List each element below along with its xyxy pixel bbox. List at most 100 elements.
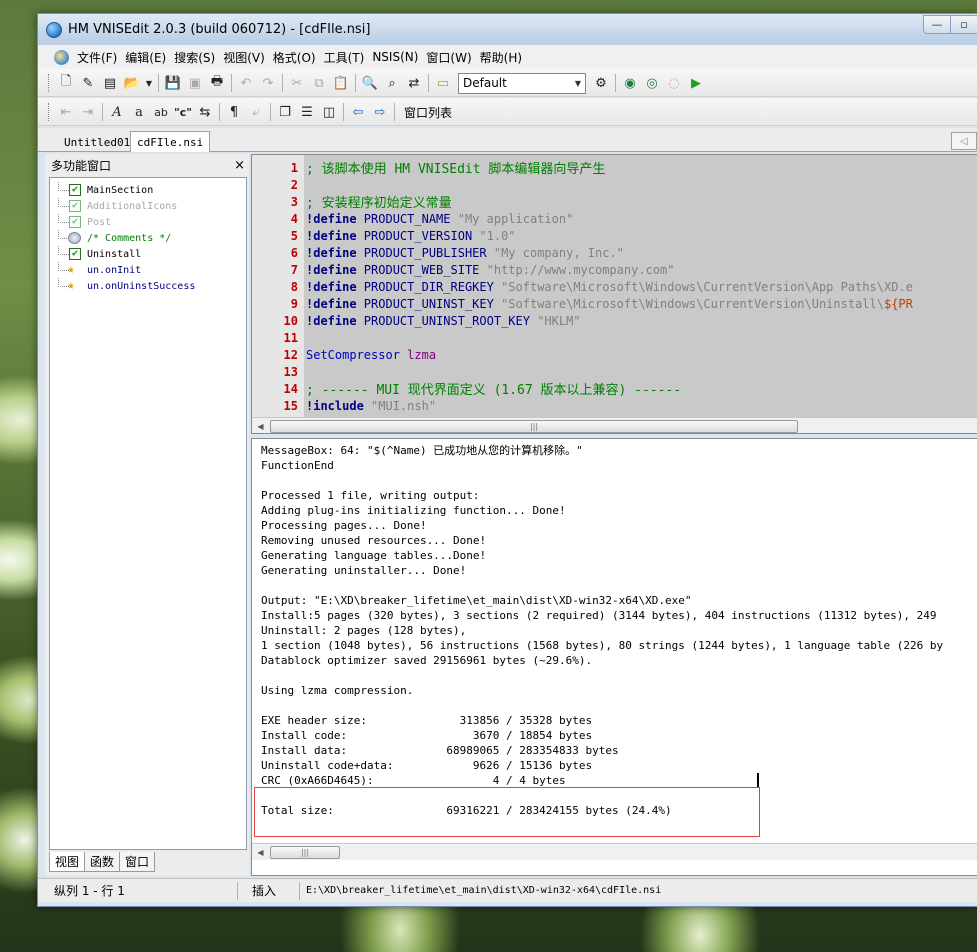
replace-icon[interactable]: ⇄ bbox=[404, 73, 424, 93]
menu-view[interactable]: 视图(V) bbox=[219, 49, 269, 66]
close-icon[interactable]: × bbox=[234, 158, 245, 173]
menu-nsis[interactable]: NSIS(N) bbox=[368, 50, 422, 64]
code-line[interactable]: 14 ; ------ MUI 现代界面定义 (1.67 版本以上兼容) ----… bbox=[252, 380, 977, 399]
tree-item-additionalicons[interactable]: ✔ AdditionalIcons bbox=[50, 198, 246, 214]
new-file-icon[interactable]: 🗋 bbox=[56, 73, 76, 93]
menu-search[interactable]: 搜索(S) bbox=[170, 49, 219, 66]
paste-icon[interactable]: 📋 bbox=[331, 73, 351, 93]
tree-item-post[interactable]: ✔ Post bbox=[50, 214, 246, 230]
code-line[interactable]: 10 !define PRODUCT_UNINST_ROOT_KEY "HKLM" bbox=[252, 312, 977, 329]
tab-view[interactable]: 视图 bbox=[49, 852, 86, 872]
wizard-icon[interactable]: ✎ bbox=[78, 73, 98, 93]
tree-item-mainsection[interactable]: ✔ MainSection bbox=[50, 182, 246, 198]
checkbox-checked-icon[interactable]: ✔ bbox=[69, 200, 81, 212]
scroll-thumb[interactable]: ||| bbox=[270, 419, 798, 433]
tree-item-comments[interactable]: /* Comments */ bbox=[50, 230, 246, 246]
code-line[interactable]: 4 !define PRODUCT_NAME "My application" bbox=[252, 210, 977, 227]
tab-scroll-left-icon[interactable]: ◁ bbox=[951, 132, 977, 150]
code-line[interactable]: 13 bbox=[252, 363, 977, 380]
menu-file[interactable]: 文件(F) bbox=[73, 49, 121, 66]
tree-item-un-oninit[interactable]: ★ un.onInit bbox=[50, 262, 246, 278]
uppercase-icon[interactable]: A bbox=[107, 102, 127, 122]
compile-stop-icon[interactable]: ◌ bbox=[664, 73, 684, 93]
scroll-left-icon[interactable]: ◀ bbox=[252, 844, 269, 861]
redo-icon[interactable]: ↷ bbox=[258, 73, 278, 93]
wordwrap-icon[interactable]: ⤶ bbox=[246, 102, 266, 122]
editor-horizontal-scrollbar[interactable]: ◀ ||| bbox=[252, 417, 977, 434]
code-line[interactable]: 6 !define PRODUCT_PUBLISHER "My company, … bbox=[252, 244, 977, 261]
insert-file-icon[interactable]: ▭ bbox=[433, 73, 453, 93]
output-line: FunctionEnd bbox=[261, 459, 334, 472]
tile-vertical-icon[interactable]: ◫ bbox=[319, 102, 339, 122]
checkbox-checked-icon[interactable]: ✔ bbox=[69, 248, 81, 260]
code-line[interactable]: 3 ; 安装程序初始定义常量 bbox=[252, 193, 977, 212]
tree-item-un-onuninstsuccess[interactable]: ★ un.onUninstSuccess bbox=[50, 278, 246, 294]
maximize-button[interactable]: ▫ bbox=[950, 15, 977, 34]
scroll-thumb[interactable]: ||| bbox=[270, 845, 340, 859]
scheme-select[interactable]: Default ▼ bbox=[458, 72, 586, 94]
toolbar-grip[interactable] bbox=[48, 74, 51, 92]
scroll-left-icon[interactable]: ◀ bbox=[252, 418, 269, 434]
tree-item-label: Post bbox=[87, 216, 112, 228]
dropdown-arrow-icon[interactable]: ▼ bbox=[144, 73, 154, 93]
output-line: Generating uninstaller... Done! bbox=[261, 564, 467, 577]
tree-item-uninstall[interactable]: ✔ Uninstall bbox=[50, 246, 246, 262]
menu-help[interactable]: 帮助(H) bbox=[476, 49, 526, 66]
checkbox-checked-icon[interactable]: ✔ bbox=[69, 216, 81, 228]
toggle-case-icon[interactable]: ab bbox=[151, 102, 171, 122]
back-arrow-icon[interactable]: ⇦ bbox=[348, 102, 368, 122]
compiler-output[interactable]: MessageBox: 64: "$(^Name) 已成功地从您的计算机移除。"… bbox=[251, 438, 977, 876]
compile-all-icon[interactable]: ◎ bbox=[642, 73, 662, 93]
tile-horizontal-icon[interactable]: ☰ bbox=[297, 102, 317, 122]
forward-arrow-icon[interactable]: ⇨ bbox=[370, 102, 390, 122]
code-line[interactable]: 12 SetCompressor lzma bbox=[252, 346, 977, 363]
tab-windows[interactable]: 窗口 bbox=[119, 852, 156, 872]
tab-functions[interactable]: 函数 bbox=[84, 852, 121, 872]
outdent-icon[interactable]: ⇥ bbox=[78, 102, 98, 122]
menu-edit[interactable]: 编辑(E) bbox=[121, 49, 170, 66]
document-menu-icon[interactable] bbox=[54, 49, 69, 65]
cascade-icon[interactable]: ❐ bbox=[275, 102, 295, 122]
minimize-button[interactable]: — bbox=[923, 15, 950, 34]
save-icon[interactable]: 💾 bbox=[163, 73, 183, 93]
code-line[interactable]: 7 !define PRODUCT_WEB_SITE "http://www.my… bbox=[252, 261, 977, 278]
menu-window[interactable]: 窗口(W) bbox=[422, 49, 475, 66]
template-icon[interactable]: ▤ bbox=[100, 73, 120, 93]
print-icon[interactable]: 🖶 bbox=[207, 73, 227, 93]
tab-cdfile[interactable]: cdFIle.nsi bbox=[130, 131, 211, 152]
window-list-button[interactable]: 窗口列表 bbox=[398, 104, 458, 121]
code-line[interactable]: 8 !define PRODUCT_DIR_REGKEY "Software\Mi… bbox=[252, 278, 977, 295]
code-line[interactable]: 5 !define PRODUCT_VERSION "1.0" bbox=[252, 227, 977, 244]
convert-icon[interactable]: ⇆ bbox=[195, 102, 215, 122]
menu-format[interactable]: 格式(O) bbox=[269, 49, 320, 66]
code-line[interactable]: 15 !include "MUI.nsh" bbox=[252, 397, 977, 414]
open-folder-icon[interactable]: 📂 bbox=[122, 73, 142, 93]
copy-icon[interactable]: ⧉ bbox=[309, 73, 329, 93]
find-icon[interactable]: 🔍 bbox=[360, 73, 380, 93]
checkbox-checked-icon[interactable]: ✔ bbox=[69, 184, 81, 196]
star-icon: ★ bbox=[67, 262, 75, 277]
menu-tools[interactable]: 工具(T) bbox=[320, 49, 369, 66]
code-line[interactable]: 2 bbox=[252, 176, 977, 193]
lowercase-icon[interactable]: a bbox=[129, 102, 149, 122]
code-line[interactable]: 1 ; 该脚本使用 HM VNISEdit 脚本编辑器向导产生 bbox=[252, 159, 977, 178]
find-next-icon[interactable]: ⌕ bbox=[382, 73, 402, 93]
save-all-icon[interactable]: ▣ bbox=[185, 73, 205, 93]
undo-icon[interactable]: ↶ bbox=[236, 73, 256, 93]
chevron-down-icon[interactable]: ▼ bbox=[571, 74, 585, 93]
settings-wrench-icon[interactable]: ⚙ bbox=[591, 73, 611, 93]
toolbar-separator bbox=[270, 103, 271, 121]
indent-icon[interactable]: ⇤ bbox=[56, 102, 76, 122]
cut-icon[interactable]: ✂ bbox=[287, 73, 307, 93]
code-line[interactable]: 11 bbox=[252, 329, 977, 346]
output-horizontal-scrollbar[interactable]: ◀ ||| bbox=[252, 843, 977, 860]
run-icon[interactable]: ▶ bbox=[686, 73, 706, 93]
paragraph-icon[interactable]: ¶ bbox=[224, 102, 244, 122]
line-number: 4 bbox=[290, 211, 298, 226]
toolbar-grip[interactable] bbox=[48, 103, 51, 121]
code-editor[interactable]: 1 ; 该脚本使用 HM VNISEdit 脚本编辑器向导产生 2 3 ; 安装程序初始… bbox=[251, 154, 977, 434]
tab-untitled01[interactable]: Untitled01 bbox=[58, 132, 136, 152]
compile-icon[interactable]: ◉ bbox=[620, 73, 640, 93]
code-line[interactable]: 9 !define PRODUCT_UNINST_KEY "Software\Mi… bbox=[252, 295, 977, 312]
quote-icon[interactable]: "c" bbox=[173, 102, 193, 122]
